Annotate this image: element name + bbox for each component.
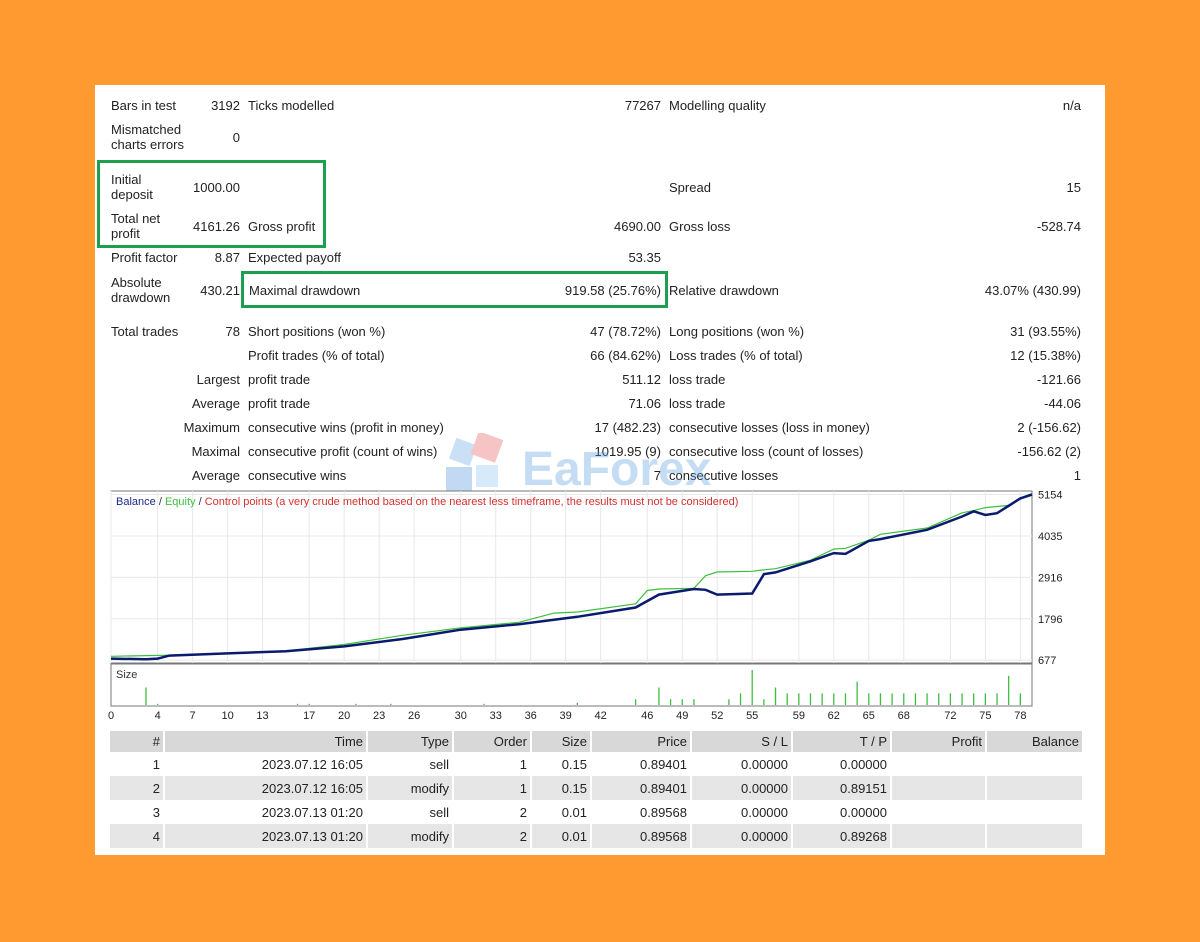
cell-profit: [892, 800, 985, 824]
x-tick-label: 49: [676, 710, 688, 722]
size-label: Size: [116, 669, 137, 681]
cell-order: 2: [454, 824, 530, 848]
cell-profit: [892, 752, 985, 776]
legend-equity: Equity: [165, 496, 196, 508]
x-tick-label: 59: [793, 710, 805, 722]
cell-price: 0.89401: [640, 756, 687, 772]
x-tick-label: 30: [455, 710, 467, 722]
deals-header-row: # Time Type Order Size Price S / L T / P…: [110, 731, 1082, 752]
x-tick-label: 68: [898, 710, 910, 722]
table-row[interactable]: 1 2023.07.12 16:05 sell 1 0.15 0.89401 0.00000…: [110, 752, 1082, 776]
cell-size: 0.01: [561, 804, 587, 820]
legend-control-points: Control points (a very crude method base…: [205, 496, 739, 508]
cell-sl: 0.00000: [692, 776, 791, 800]
x-tick-label: 78: [1014, 710, 1026, 722]
x-axis-ticks: 0 4 7 10 13 17 20 23 26 30 33 36 39 42 46 49 52 55 59 62 65 6…: [108, 710, 1027, 722]
chart-legend: Balance / Equity / Control points (a ver…: [116, 496, 738, 508]
cell-number: 1: [152, 756, 160, 772]
y-tick-label: 1796: [1038, 614, 1062, 626]
y-axis-ticks: 5154 4035 2916 1796 677: [1038, 490, 1062, 668]
col-header-time: Time: [165, 731, 366, 752]
cell-tp: 0.00000: [840, 804, 887, 820]
cell-order: 1: [519, 756, 527, 772]
x-tick-label: 55: [746, 710, 758, 722]
cell-size: 0.01: [532, 824, 590, 848]
x-tick-label: 36: [525, 710, 537, 722]
x-tick-label: 26: [408, 710, 420, 722]
cell-type: sell: [429, 804, 449, 820]
x-tick-label: 23: [373, 710, 385, 722]
cell-profit: [892, 824, 985, 848]
size-plot-frame: [110, 663, 1033, 707]
cell-balance: [987, 800, 1082, 824]
col-header-size: Size: [532, 731, 590, 752]
y-tick-label: 5154: [1038, 490, 1062, 502]
x-tick-label: 10: [221, 710, 233, 722]
y-tick-label: 677: [1038, 655, 1056, 667]
legend-sep-2: /: [196, 496, 205, 508]
col-header-balance: Balance: [987, 731, 1082, 752]
cell-balance: [987, 776, 1082, 800]
legend-balance: Balance: [116, 496, 156, 508]
cell-sl: 0.00000: [741, 756, 788, 772]
table-row[interactable]: 4 2023.07.13 01:20 modify 2 0.01 0.89568 0.000…: [110, 824, 1082, 848]
deals-table: # Time Type Order Size Price S / L T / P…: [108, 731, 1084, 848]
cell-profit: [892, 776, 985, 800]
col-header-number: #: [110, 731, 163, 752]
col-header-order: Order: [454, 731, 530, 752]
y-tick-label: 4035: [1038, 531, 1062, 543]
legend-sep-1: /: [156, 496, 165, 508]
cell-balance: [987, 752, 1082, 776]
col-header-profit: Profit: [892, 731, 985, 752]
x-tick-label: 20: [338, 710, 350, 722]
cell-balance: [987, 824, 1082, 848]
table-row[interactable]: 2 2023.07.12 16:05 modify 1 0.15 0.89401 0.000…: [110, 776, 1082, 800]
x-tick-label: 13: [256, 710, 268, 722]
x-tick-label: 7: [190, 710, 196, 722]
cell-number: 3: [152, 804, 160, 820]
cell-order: 2: [519, 804, 527, 820]
x-tick-label: 39: [560, 710, 572, 722]
x-tick-label: 46: [641, 710, 653, 722]
cell-size: 0.15: [532, 776, 590, 800]
x-tick-label: 0: [108, 710, 114, 722]
cell-type: sell: [429, 756, 449, 772]
x-tick-label: 42: [595, 710, 607, 722]
x-tick-label: 62: [828, 710, 840, 722]
cell-time: 2023.07.12 16:05: [261, 756, 363, 772]
col-header-tp: T / P: [793, 731, 890, 752]
x-tick-label: 65: [863, 710, 875, 722]
cell-tp: 0.89268: [793, 824, 890, 848]
x-tick-label: 72: [944, 710, 956, 722]
cell-sl: 0.00000: [741, 804, 788, 820]
cell-type: modify: [368, 776, 452, 800]
col-header-type: Type: [368, 731, 452, 752]
cell-number: 2: [110, 776, 163, 800]
cell-price: 0.89568: [592, 824, 690, 848]
x-tick-label: 33: [490, 710, 502, 722]
x-tick-label: 4: [155, 710, 161, 722]
cell-time: 2023.07.12 16:05: [165, 776, 366, 800]
cell-time: 2023.07.13 01:20: [261, 804, 363, 820]
cell-size: 0.15: [561, 756, 587, 772]
x-tick-label: 75: [979, 710, 991, 722]
cell-tp: 0.89151: [793, 776, 890, 800]
table-row[interactable]: 3 2023.07.13 01:20 sell 2 0.01 0.89568 0.00000…: [110, 800, 1082, 824]
x-tick-label: 17: [303, 710, 315, 722]
cell-sl: 0.00000: [692, 824, 791, 848]
cell-type: modify: [368, 824, 452, 848]
cell-price: 0.89568: [640, 804, 687, 820]
cell-tp: 0.00000: [840, 756, 887, 772]
cell-order: 1: [454, 776, 530, 800]
x-tick-label: 52: [711, 710, 723, 722]
col-header-sl: S / L: [692, 731, 791, 752]
cell-price: 0.89401: [592, 776, 690, 800]
y-tick-label: 2916: [1038, 572, 1062, 584]
cell-number: 4: [110, 824, 163, 848]
cell-time: 2023.07.13 01:20: [165, 824, 366, 848]
col-header-price: Price: [592, 731, 690, 752]
